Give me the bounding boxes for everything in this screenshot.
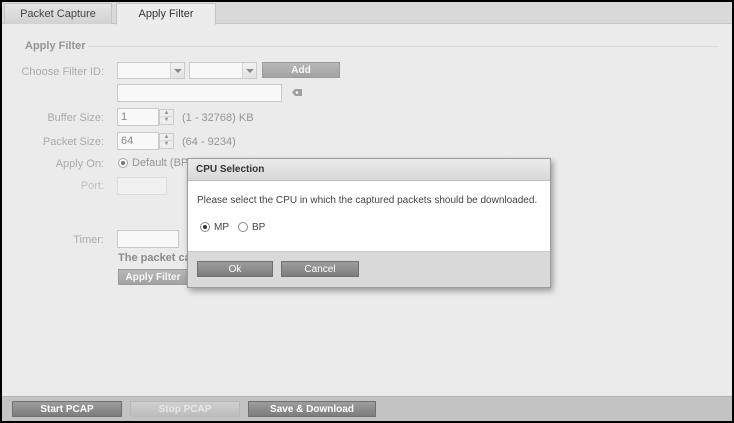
tab-packet-capture[interactable]: Packet Capture: [4, 3, 112, 24]
stop-pcap-button[interactable]: Stop PCAP: [130, 401, 240, 417]
cpu-selection-dialog: CPU Selection Please select the CPU in w…: [187, 158, 551, 288]
cpu-radio-mp-label: MP: [214, 222, 229, 233]
tab-bar: Packet Capture Apply Filter: [2, 2, 732, 25]
start-pcap-button[interactable]: Start PCAP: [12, 401, 122, 417]
cpu-radio-bp-label: BP: [252, 222, 266, 233]
ok-button[interactable]: Ok: [197, 261, 273, 277]
dialog-footer: Ok Cancel: [188, 251, 550, 287]
cancel-button[interactable]: Cancel: [281, 261, 359, 277]
save-download-button[interactable]: Save & Download: [248, 401, 376, 417]
dialog-title: CPU Selection: [188, 159, 550, 181]
cpu-radio-mp[interactable]: [200, 222, 210, 232]
footer-toolbar: Start PCAP Stop PCAP Save & Download: [2, 396, 732, 421]
dialog-message: Please select the CPU in which the captu…: [197, 195, 538, 206]
app-frame: Packet Capture Apply Filter Apply Filter…: [2, 2, 732, 421]
cpu-radio-bp[interactable]: [238, 222, 248, 232]
tab-apply-filter[interactable]: Apply Filter: [116, 3, 216, 25]
